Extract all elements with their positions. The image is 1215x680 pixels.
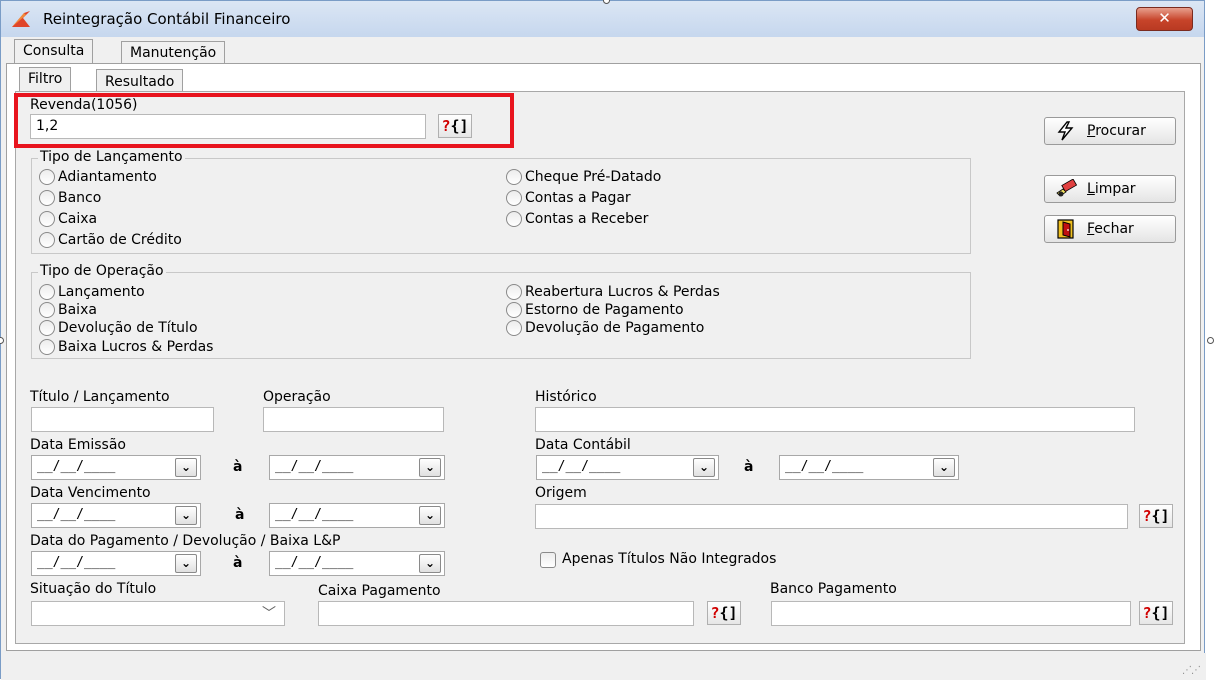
chevron-down-icon[interactable]: ⌄	[933, 458, 955, 477]
radio-circle[interactable]	[39, 211, 55, 227]
resize-handle-right[interactable]	[1207, 337, 1214, 344]
radio-caixa[interactable]: Caixa	[39, 211, 97, 227]
tab-manutencao[interactable]: Manutenção	[121, 41, 226, 63]
apenas-nao-integrados-checkbox[interactable]	[540, 552, 556, 568]
titulo-input[interactable]	[31, 407, 214, 432]
banco-lookup-button[interactable]: ?{]	[1139, 601, 1173, 625]
range-separator: à	[233, 555, 243, 571]
range-separator: à	[233, 459, 243, 475]
tipo-operacao-title: Tipo de Operação	[38, 263, 166, 279]
data-emissao-label: Data Emissão	[30, 437, 126, 453]
radio-circle[interactable]	[506, 211, 522, 227]
fechar-button[interactable]: Fechar	[1044, 215, 1176, 243]
radio-devolucao-titulo[interactable]: Devolução de Título	[39, 320, 198, 336]
tab-consulta[interactable]: Consulta	[14, 39, 94, 64]
situacao-select[interactable]: ﹀	[31, 601, 285, 626]
radio-cartao-credito[interactable]: Cartão de Crédito	[39, 232, 182, 248]
chevron-down-icon[interactable]: ⌄	[419, 554, 441, 573]
chevron-down-icon[interactable]: ⌄	[175, 458, 197, 477]
radio-circle[interactable]	[39, 232, 55, 248]
data-contabil-fim[interactable]: __/__/____ ⌄	[779, 455, 959, 480]
chevron-down-icon[interactable]: ⌄	[693, 458, 715, 477]
procurar-button[interactable]: Procurar	[1044, 117, 1176, 145]
data-pagamento-label: Data do Pagamento / Devolução / Baixa L&…	[30, 533, 341, 549]
radio-circle[interactable]	[506, 320, 522, 336]
data-emissao-fim[interactable]: __/__/____ ⌄	[269, 455, 445, 480]
radio-circle[interactable]	[506, 190, 522, 206]
historico-input[interactable]	[535, 407, 1135, 432]
data-pagamento-inicio[interactable]: __/__/____ ⌄	[31, 551, 201, 576]
eraser-icon	[1056, 179, 1077, 197]
radio-banco[interactable]: Banco	[39, 190, 101, 206]
titulo-label: Título / Lançamento	[30, 389, 170, 405]
tab-resultado[interactable]: Resultado	[96, 69, 184, 91]
radio-circle[interactable]	[506, 169, 522, 185]
radio-baixa[interactable]: Baixa	[39, 302, 97, 318]
title-bar: Reintegração Contábil Financeiro ✕	[1, 1, 1204, 37]
caixa-pagamento-input[interactable]	[318, 601, 694, 626]
radio-circle[interactable]	[39, 302, 55, 318]
app-logo-icon	[12, 11, 30, 27]
origem-lookup-button[interactable]: ?{]	[1139, 504, 1173, 528]
limpar-button[interactable]: Limpar	[1044, 175, 1176, 203]
radio-circle[interactable]	[39, 169, 55, 185]
radio-contas-receber[interactable]: Contas a Receber	[506, 211, 648, 227]
radio-cheque-pre-datado[interactable]: Cheque Pré-Datado	[506, 169, 661, 185]
radio-devolucao-pagamento[interactable]: Devolução de Pagamento	[506, 320, 704, 336]
exit-door-icon	[1057, 219, 1074, 239]
tipo-lancamento-title: Tipo de Lançamento	[38, 149, 185, 165]
historico-label: Histórico	[535, 389, 597, 405]
operacao-label: Operação	[263, 389, 331, 405]
range-separator: à	[235, 507, 245, 523]
radio-circle[interactable]	[39, 190, 55, 206]
range-separator: à	[744, 459, 754, 475]
origem-label: Origem	[535, 485, 587, 501]
radio-estorno-pagamento[interactable]: Estorno de Pagamento	[506, 302, 684, 318]
lightning-icon	[1057, 121, 1074, 141]
chevron-down-icon[interactable]: ⌄	[175, 506, 197, 525]
radio-circle[interactable]	[39, 339, 55, 355]
chevron-down-icon[interactable]: ⌄	[419, 458, 441, 477]
radio-baixa-lucros-perdas[interactable]: Baixa Lucros & Perdas	[39, 339, 213, 355]
data-pagamento-fim[interactable]: __/__/____ ⌄	[269, 551, 445, 576]
radio-adiantamento[interactable]: Adiantamento	[39, 169, 157, 185]
apenas-nao-integrados-label[interactable]: Apenas Títulos Não Integrados	[562, 551, 776, 567]
operacao-input[interactable]	[263, 407, 444, 432]
origem-input[interactable]	[535, 504, 1128, 529]
data-vencimento-inicio[interactable]: __/__/____ ⌄	[31, 503, 201, 528]
highlight-box	[14, 93, 514, 148]
tab-filtro[interactable]: Filtro	[19, 67, 72, 92]
situacao-label: Situação do Título	[30, 581, 157, 597]
caixa-pagamento-label: Caixa Pagamento	[318, 583, 441, 599]
data-contabil-label: Data Contábil	[535, 437, 631, 453]
caixa-lookup-button[interactable]: ?{]	[707, 601, 741, 625]
radio-circle[interactable]	[39, 284, 55, 300]
close-button[interactable]: ✕	[1136, 7, 1193, 31]
radio-contas-pagar[interactable]: Contas a Pagar	[506, 190, 631, 206]
radio-reabertura-lucros-perdas[interactable]: Reabertura Lucros & Perdas	[506, 284, 720, 300]
radio-circle[interactable]	[39, 320, 55, 336]
banco-pagamento-input[interactable]	[771, 601, 1131, 626]
chevron-down-icon[interactable]: ⌄	[419, 506, 441, 525]
data-emissao-inicio[interactable]: __/__/____ ⌄	[31, 455, 201, 480]
main-window: Reintegração Contábil Financeiro ✕ Consu…	[0, 0, 1206, 680]
data-contabil-inicio[interactable]: __/__/____ ⌄	[536, 455, 719, 480]
chevron-down-icon[interactable]: ⌄	[175, 554, 197, 573]
data-vencimento-fim[interactable]: __/__/____ ⌄	[269, 503, 445, 528]
data-vencimento-label: Data Vencimento	[30, 485, 151, 501]
window-title: Reintegração Contábil Financeiro	[43, 10, 291, 28]
resize-grip-icon[interactable]: ⋰⋰	[1182, 665, 1201, 676]
banco-pagamento-label: Banco Pagamento	[770, 581, 897, 597]
status-bar: ⋰⋰	[1, 653, 1206, 680]
radio-lancamento[interactable]: Lançamento	[39, 284, 145, 300]
radio-circle[interactable]	[506, 302, 522, 318]
radio-circle[interactable]	[506, 284, 522, 300]
chevron-down-icon: ﹀	[262, 606, 276, 622]
